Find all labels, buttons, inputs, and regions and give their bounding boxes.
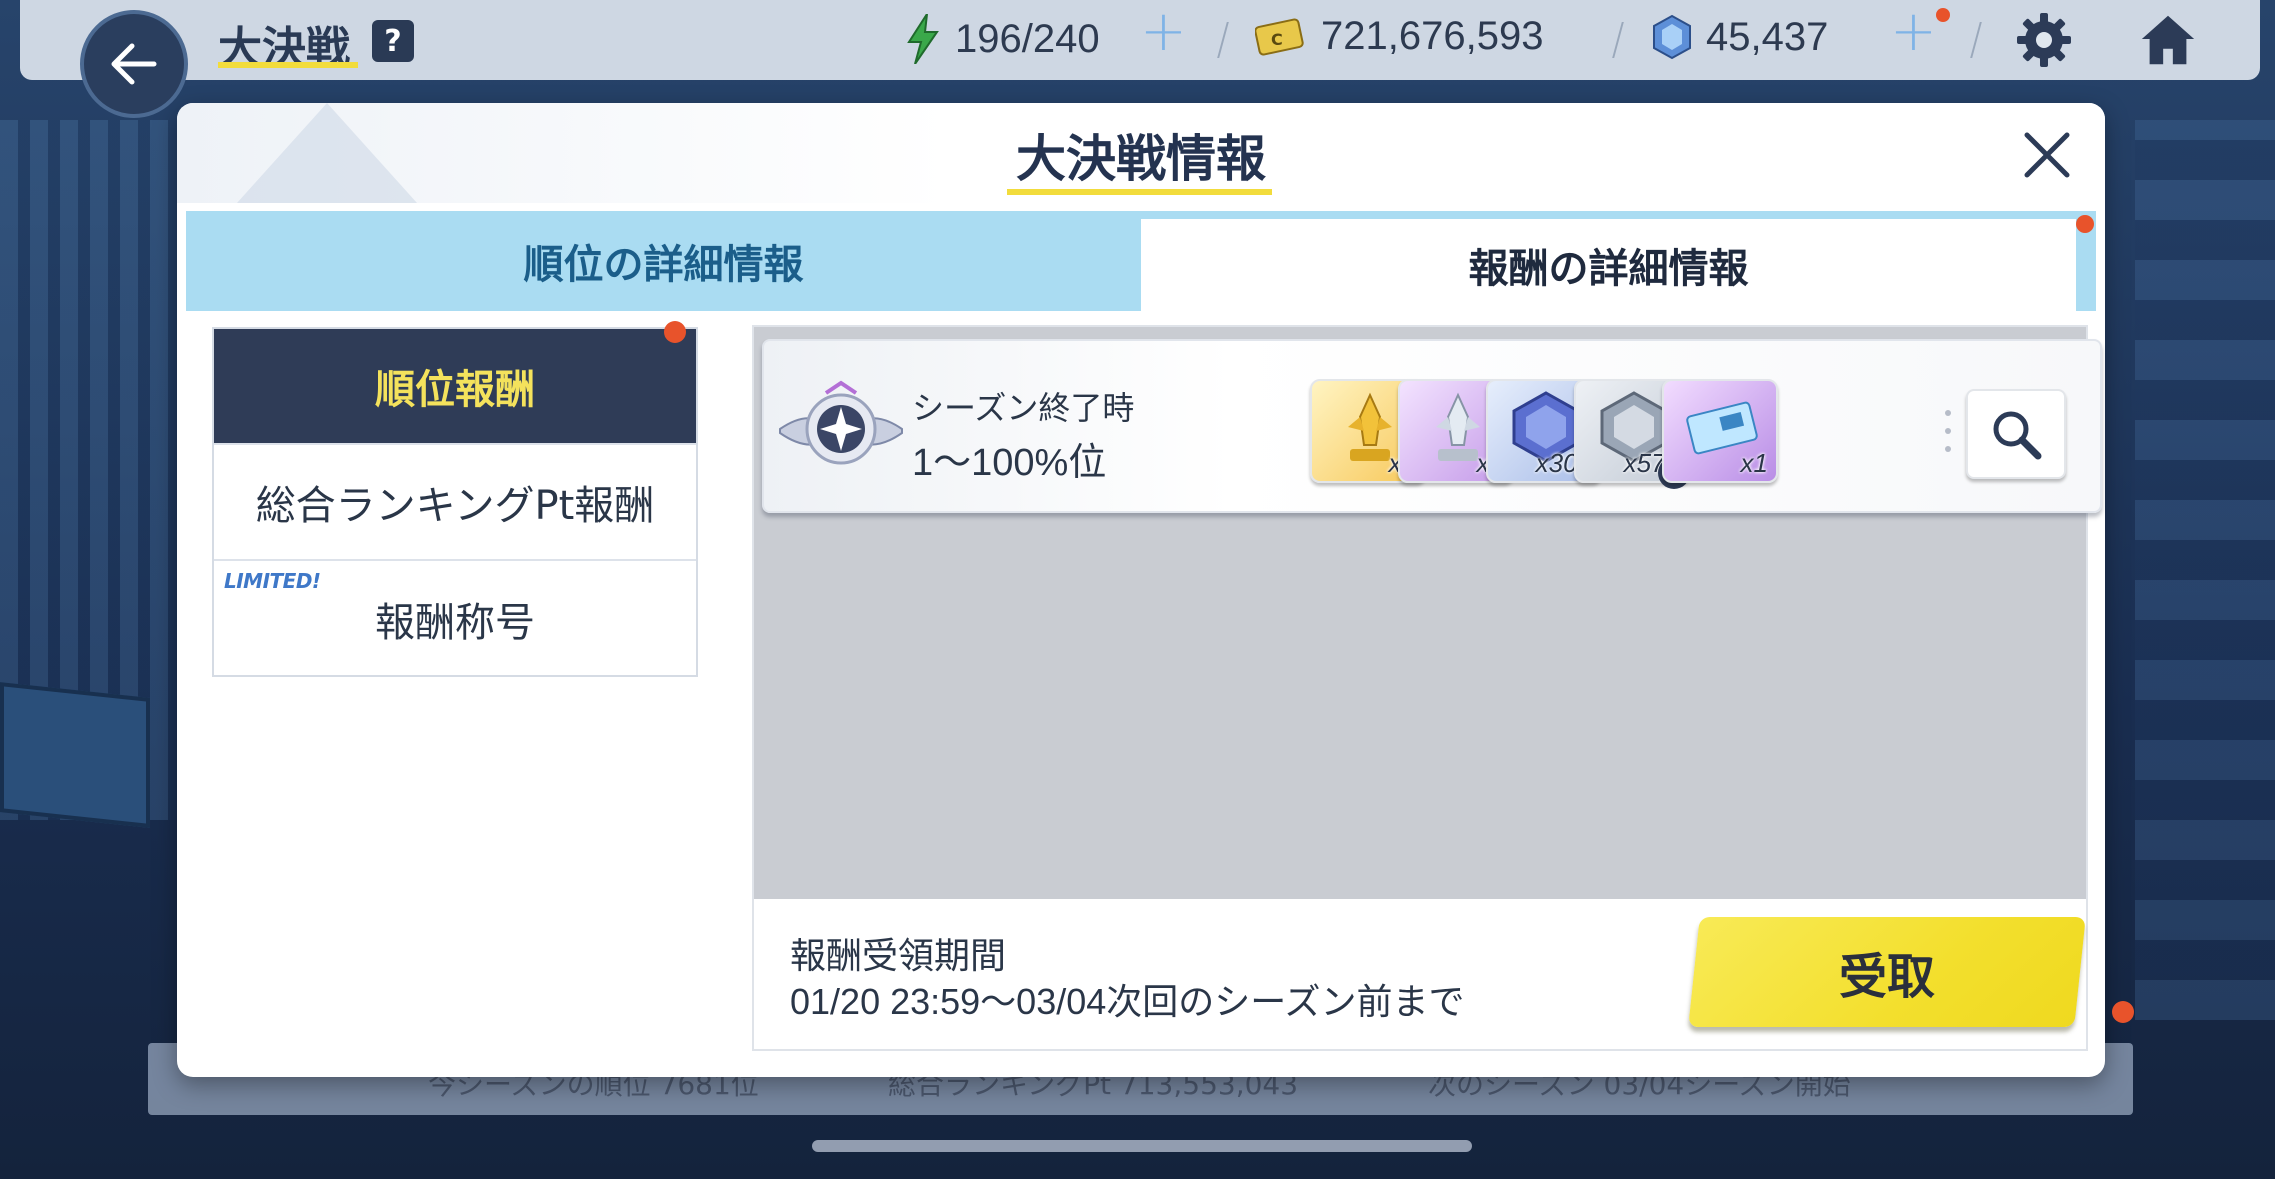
- background-monitor: [0, 682, 150, 828]
- notification-dot: [2112, 1001, 2134, 1023]
- claim-button[interactable]: 受取: [1688, 917, 2086, 1027]
- home-button[interactable]: [2138, 10, 2198, 70]
- gear-icon: [2017, 13, 2071, 67]
- claim-period-value: 01/20 23:59～03/04次回のシーズン前まで: [790, 981, 1465, 1022]
- menu-item-label: 報酬称号: [375, 600, 535, 646]
- arrow-left-icon: [111, 43, 157, 85]
- back-button[interactable]: [80, 10, 188, 118]
- add-stamina-button[interactable]: +: [1140, 4, 1187, 60]
- pyroxene-icon: [1653, 14, 1691, 60]
- credits-resource: C 721,676,593: [1255, 14, 1543, 59]
- lightning-icon: [907, 14, 939, 64]
- modal-title-underline: [1007, 189, 1272, 195]
- menu-item-rank-reward[interactable]: 順位報酬: [214, 329, 696, 445]
- tab-reward-details[interactable]: 報酬の詳細情報: [1141, 219, 2076, 311]
- menu-item-reward-title[interactable]: LIMITED! 報酬称号: [214, 561, 696, 677]
- add-pyroxene-button[interactable]: +: [1890, 4, 1937, 60]
- notification-dot: [664, 321, 686, 343]
- notification-dot: [2076, 215, 2094, 233]
- more-dots-icon: [1945, 410, 1951, 452]
- zoom-button[interactable]: [1966, 389, 2066, 479]
- modal-header: 大決戦情報: [177, 103, 2105, 203]
- reward-list-pane: シーズン終了時 1～100%位 x1: [752, 325, 2102, 1051]
- menu-item-total-pt-reward[interactable]: 総合ランキングPt報酬: [214, 445, 696, 561]
- credits-value: 721,676,593: [1321, 14, 1544, 58]
- reward-condition-label: シーズン終了時: [912, 389, 1135, 427]
- tab-rank-details[interactable]: 順位の詳細情報: [186, 211, 1141, 311]
- reward-row: シーズン終了時 1～100%位 x1: [762, 339, 2102, 513]
- menu-item-label: 総合ランキングPt報酬: [255, 483, 655, 529]
- help-icon[interactable]: ?: [372, 20, 414, 62]
- claim-period-label: 報酬受領期間: [790, 936, 1007, 977]
- pyroxene-resource: 45,437: [1652, 14, 1828, 60]
- reward-qty: x1: [1740, 448, 1768, 478]
- reward-category-menu: 順位報酬 総合ランキングPt報酬 LIMITED! 報酬称号: [212, 321, 698, 677]
- modal-title: 大決戦情報: [1016, 130, 1266, 188]
- home-indicator: [812, 1140, 1472, 1152]
- stamina-value: 196/240: [955, 16, 1100, 61]
- event-info-modal: 大決戦情報 順位の詳細情報 報酬の詳細情報 順位報酬 総合ランキングPt報酬 L…: [177, 103, 2105, 1077]
- close-icon: [2024, 132, 2070, 178]
- stamina-resource: 196/240: [905, 14, 1100, 64]
- pyroxene-value: 45,437: [1706, 14, 1829, 59]
- modal-body: 順位報酬 総合ランキングPt報酬 LIMITED! 報酬称号 シーズン終了時 1…: [186, 311, 2102, 1068]
- limited-badge: LIMITED!: [224, 569, 321, 593]
- svg-text:C: C: [1271, 30, 1283, 49]
- search-icon: [1993, 411, 2042, 460]
- title-underline: [218, 62, 358, 68]
- settings-button[interactable]: [2014, 10, 2074, 70]
- notification-dot: [1936, 8, 1950, 22]
- credit-card-icon: C: [1255, 17, 1304, 56]
- rank-emblem-icon: [779, 380, 903, 465]
- reward-footer: 報酬受領期間 01/20 23:59～03/04次回のシーズン前まで 受取: [754, 899, 2086, 1049]
- reward-condition-rank: 1～100%位: [912, 442, 1107, 484]
- reward-item-ticket[interactable]: x1: [1662, 379, 1778, 483]
- background-panels: [2135, 120, 2275, 1020]
- claim-button-label: 受取: [1838, 949, 1935, 1005]
- home-icon: [2141, 15, 2195, 65]
- tab-bar: 順位の詳細情報 報酬の詳細情報: [186, 211, 2096, 311]
- menu-item-label: 順位報酬: [375, 367, 535, 413]
- close-button[interactable]: [2017, 125, 2077, 185]
